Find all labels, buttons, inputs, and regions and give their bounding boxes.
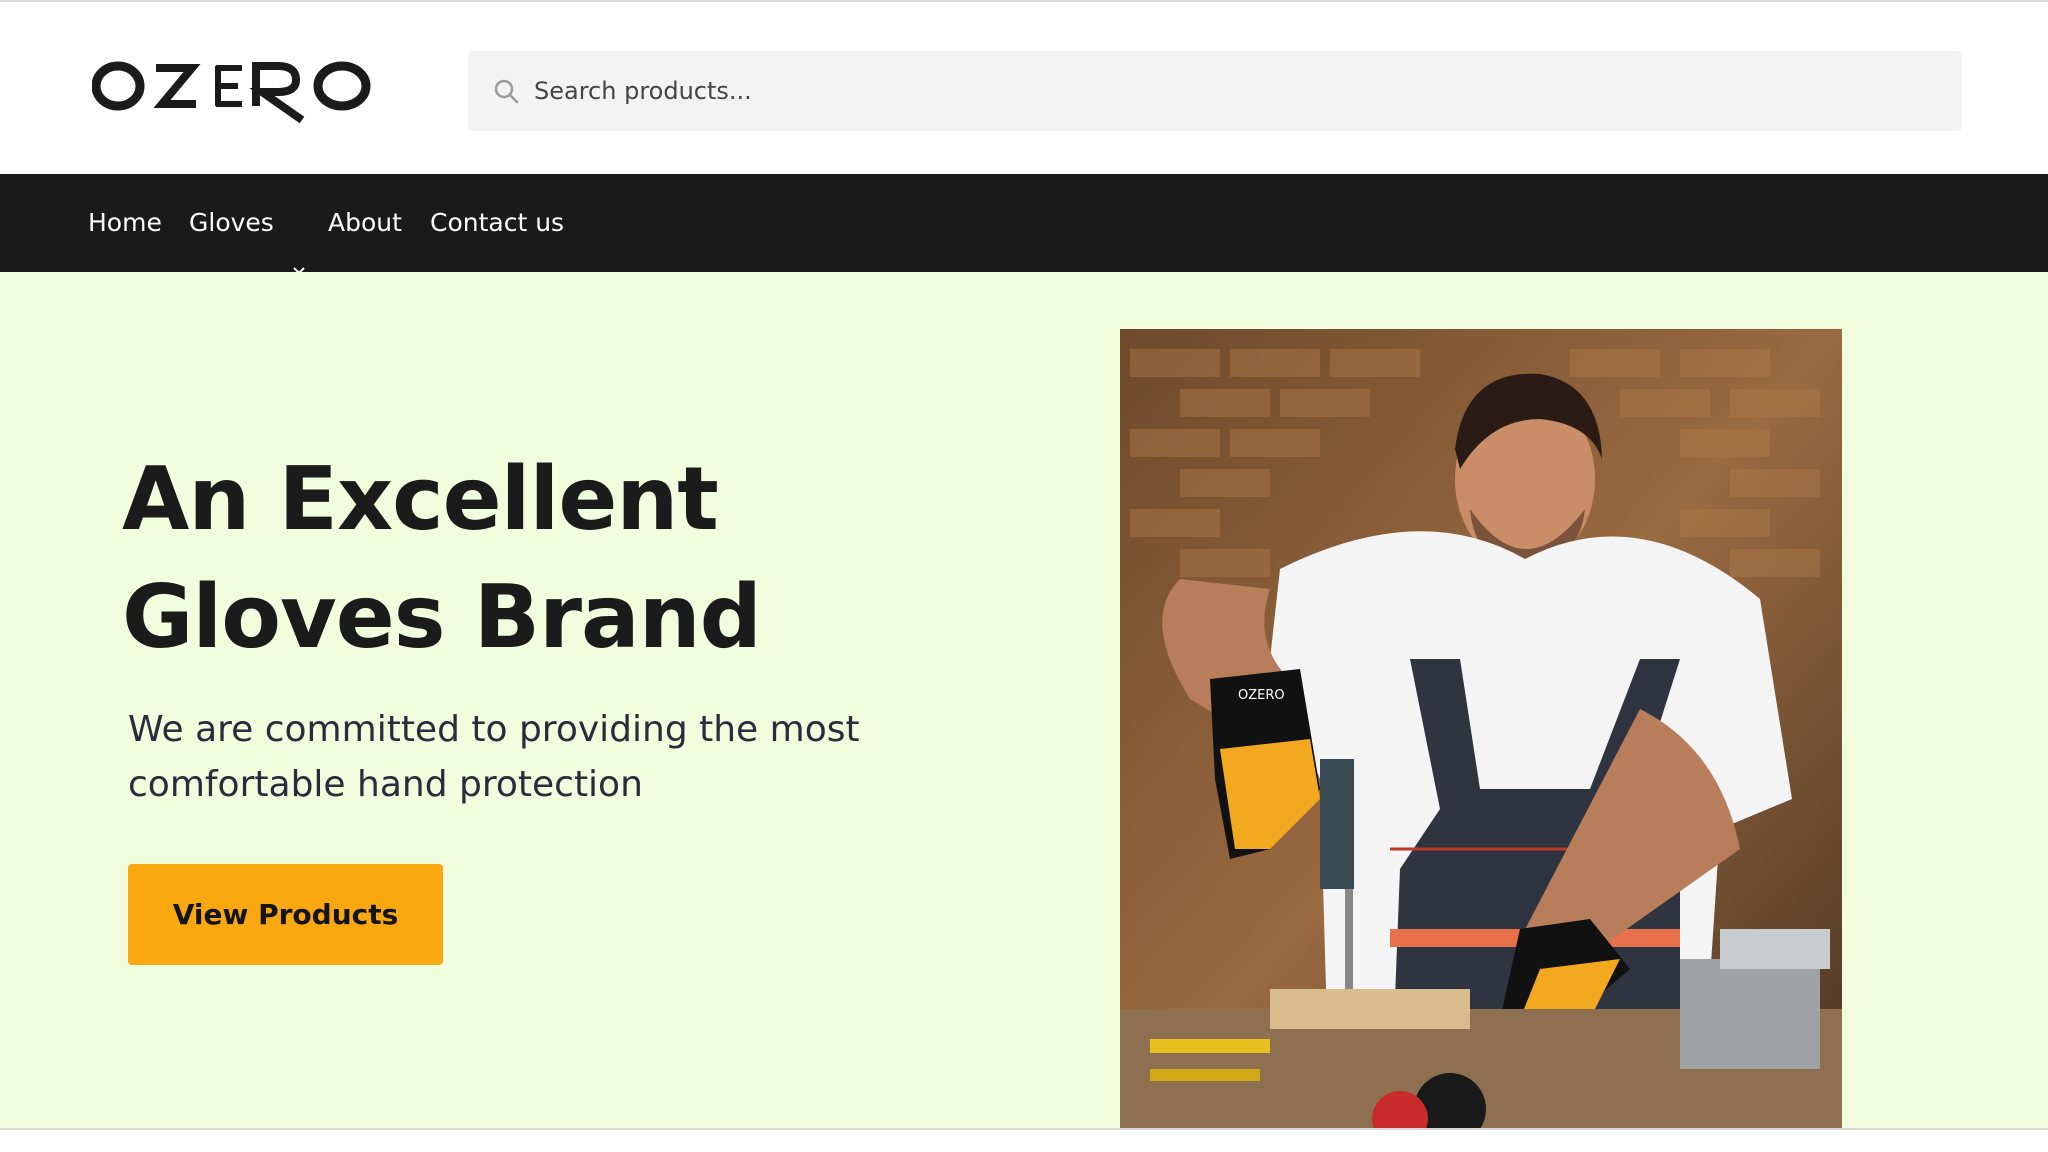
main-navigation: Home Gloves About Contact us bbox=[0, 174, 2048, 275]
nav-item-label: Home bbox=[88, 208, 162, 237]
nav-item-label: Gloves bbox=[189, 208, 274, 237]
page-bottom-strip bbox=[0, 1130, 2048, 1152]
nav-item-home[interactable]: Home bbox=[88, 174, 162, 272]
view-products-button[interactable]: View Products bbox=[128, 864, 443, 965]
hero-image-worker-drilling: OZERO bbox=[1120, 329, 1842, 1128]
brand-logo[interactable] bbox=[91, 56, 388, 124]
nav-item-about[interactable]: About bbox=[328, 174, 402, 272]
glove-brand-text: OZERO bbox=[1238, 688, 1285, 703]
chevron-down-icon bbox=[292, 219, 306, 275]
nav-item-label: About bbox=[328, 208, 402, 237]
search-bar[interactable] bbox=[468, 51, 1962, 131]
search-icon bbox=[492, 77, 520, 105]
nav-item-label: Contact us bbox=[430, 208, 565, 237]
site-header bbox=[0, 2, 2048, 174]
hero-title: An Excellent Gloves Brand bbox=[122, 448, 762, 668]
hero-section: An Excellent Gloves Brand We are committ… bbox=[0, 272, 2048, 1128]
nav-item-gloves[interactable]: Gloves bbox=[189, 174, 306, 275]
hero-subtitle: We are committed to providing the most c… bbox=[128, 709, 860, 805]
nav-item-contact[interactable]: Contact us bbox=[430, 174, 564, 272]
search-input[interactable] bbox=[534, 51, 1934, 131]
ozero-logo-graphic bbox=[91, 61, 371, 124]
